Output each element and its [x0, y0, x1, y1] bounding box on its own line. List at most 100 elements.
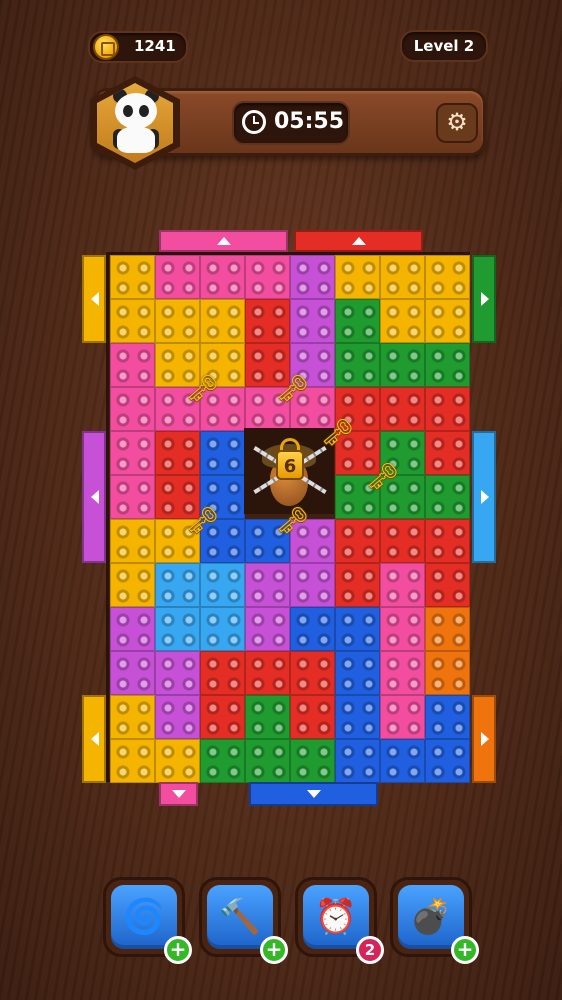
level-indicator: Level 2 — [400, 30, 488, 62]
block-cell-green[interactable] — [425, 343, 470, 387]
gate-bottom-pink — [159, 782, 198, 806]
block-cell-yellow[interactable] — [110, 695, 155, 739]
block-cell-red[interactable] — [200, 695, 245, 739]
block-cell-blue[interactable] — [335, 695, 380, 739]
block-cell-yellow[interactable] — [110, 255, 155, 299]
block-cell-yellow[interactable] — [380, 255, 425, 299]
block-cell-yellow[interactable] — [380, 299, 425, 343]
booster-button-hammer[interactable]: 🔨 + — [199, 877, 288, 964]
block-cell-red[interactable] — [155, 431, 200, 475]
block-cell-red[interactable] — [425, 431, 470, 475]
block-cell-pink[interactable] — [245, 255, 290, 299]
block-cell-pink[interactable] — [110, 387, 155, 431]
add-booster-badge[interactable]: + — [451, 936, 479, 964]
block-cell-green[interactable] — [335, 343, 380, 387]
block-cell-lightblue[interactable] — [200, 607, 245, 651]
add-booster-badge[interactable]: + — [260, 936, 288, 964]
block-cell-red[interactable] — [245, 299, 290, 343]
block-cell-blue[interactable] — [200, 431, 245, 475]
block-cell-blue[interactable] — [425, 695, 470, 739]
block-cell-red[interactable] — [425, 519, 470, 563]
booster-button-cannon[interactable]: 💣 + — [390, 877, 479, 964]
block-cell-green[interactable] — [245, 695, 290, 739]
key-icon: 🗝 — [276, 374, 310, 404]
arrow-right-icon — [481, 292, 489, 306]
block-cell-orange[interactable] — [425, 607, 470, 651]
block-cell-pink[interactable] — [380, 607, 425, 651]
block-cell-lightblue[interactable] — [155, 607, 200, 651]
block-cell-blue[interactable] — [335, 607, 380, 651]
clock-icon — [242, 110, 266, 134]
key-icon: 🗝 — [276, 506, 310, 536]
block-cell-pink[interactable] — [380, 695, 425, 739]
block-cell-green[interactable] — [290, 739, 335, 783]
block-cell-yellow[interactable] — [335, 255, 380, 299]
block-cell-pink[interactable] — [155, 255, 200, 299]
block-cell-purple[interactable] — [245, 607, 290, 651]
block-cell-purple[interactable] — [290, 299, 335, 343]
block-cell-red[interactable] — [425, 563, 470, 607]
block-cell-green[interactable] — [335, 299, 380, 343]
block-cell-blue[interactable] — [335, 739, 380, 783]
block-cell-purple[interactable] — [290, 255, 335, 299]
add-booster-badge[interactable]: + — [164, 936, 192, 964]
arrow-left-icon — [91, 292, 99, 306]
coin-counter[interactable]: 1241 — [88, 31, 188, 63]
block-cell-pink[interactable] — [380, 563, 425, 607]
block-cell-red[interactable] — [290, 651, 335, 695]
block-cell-blue[interactable] — [425, 739, 470, 783]
block-cell-red[interactable] — [425, 387, 470, 431]
arrow-down-icon — [171, 790, 186, 798]
block-cell-orange[interactable] — [425, 651, 470, 695]
booster-button-alarm-clock[interactable]: ⏰ 2 — [295, 877, 384, 964]
padlock-icon: 6 — [276, 450, 304, 480]
block-cell-yellow[interactable] — [155, 299, 200, 343]
block-cell-purple[interactable] — [245, 563, 290, 607]
block-cell-purple[interactable] — [290, 563, 335, 607]
block-cell-red[interactable] — [380, 519, 425, 563]
arrow-right-icon — [481, 490, 489, 504]
block-cell-blue[interactable] — [380, 739, 425, 783]
arrow-up-icon — [351, 237, 366, 245]
block-cell-blue[interactable] — [290, 607, 335, 651]
block-cell-purple[interactable] — [110, 651, 155, 695]
block-cell-yellow[interactable] — [110, 299, 155, 343]
block-cell-pink[interactable] — [200, 255, 245, 299]
block-cell-purple[interactable] — [110, 607, 155, 651]
block-cell-red[interactable] — [200, 651, 245, 695]
block-cell-green[interactable] — [245, 739, 290, 783]
arrow-left-icon — [91, 490, 99, 504]
block-cell-red[interactable] — [290, 695, 335, 739]
block-cell-lightblue[interactable] — [155, 563, 200, 607]
block-cell-red[interactable] — [380, 387, 425, 431]
level-label: Level 2 — [413, 37, 475, 55]
block-cell-purple[interactable] — [155, 695, 200, 739]
block-cell-red[interactable] — [245, 651, 290, 695]
block-cell-red[interactable] — [335, 519, 380, 563]
block-cell-yellow[interactable] — [200, 299, 245, 343]
block-cell-green[interactable] — [200, 739, 245, 783]
timer-value: 05:55 — [274, 109, 345, 134]
block-cell-green[interactable] — [380, 343, 425, 387]
gate-top-red — [294, 230, 423, 252]
coin-count: 1241 — [134, 37, 176, 55]
block-cell-yellow[interactable] — [425, 255, 470, 299]
block-cell-green[interactable] — [425, 475, 470, 519]
block-cell-pink[interactable] — [380, 651, 425, 695]
block-cell-yellow[interactable] — [110, 519, 155, 563]
block-cell-yellow[interactable] — [425, 299, 470, 343]
booster-count-badge: 2 — [356, 936, 384, 964]
block-cell-yellow[interactable] — [110, 563, 155, 607]
block-cell-lightblue[interactable] — [200, 563, 245, 607]
block-cell-yellow[interactable] — [110, 739, 155, 783]
block-cell-yellow[interactable] — [155, 739, 200, 783]
block-cell-blue[interactable] — [335, 651, 380, 695]
gear-icon: ⚙ — [446, 108, 468, 136]
booster-button-drill[interactable]: 🌀 + — [103, 877, 192, 964]
block-cell-red[interactable] — [335, 563, 380, 607]
block-cell-pink[interactable] — [110, 343, 155, 387]
block-cell-pink[interactable] — [110, 431, 155, 475]
settings-button[interactable]: ⚙ — [436, 103, 478, 143]
block-cell-pink[interactable] — [110, 475, 155, 519]
block-cell-purple[interactable] — [155, 651, 200, 695]
